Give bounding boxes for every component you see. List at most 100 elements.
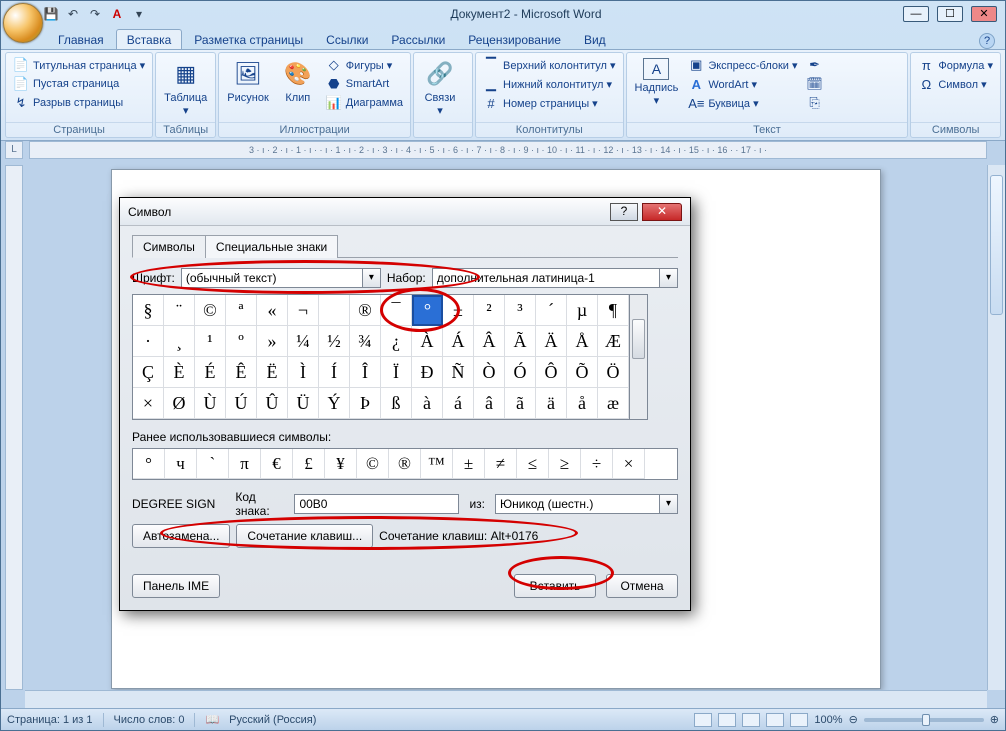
symbol-cell[interactable]: Ñ (443, 357, 474, 388)
symbol-cell[interactable]: § (133, 295, 164, 326)
symbol-cell[interactable]: · (133, 326, 164, 357)
zoom-slider[interactable] (864, 718, 984, 722)
tab-view[interactable]: Вид (573, 29, 617, 49)
symbol-cell[interactable]: Ï (381, 357, 412, 388)
equation-button[interactable]: πФормула ▾ (915, 56, 996, 74)
horizontal-ruler[interactable]: 3 · ı · 2 · ı · 1 · ı · · ı · 1 · ı · 2 … (29, 141, 987, 159)
font-dropdown-icon[interactable]: ▾ (363, 268, 381, 288)
undo-icon[interactable]: ↶ (63, 4, 83, 24)
recent-symbol-cell[interactable]: ≤ (517, 449, 549, 479)
shapes-button[interactable]: ◇Фигуры ▾ (323, 56, 406, 74)
dialog-tab-special[interactable]: Специальные знаки (205, 235, 338, 258)
dialog-tab-symbols[interactable]: Символы (132, 235, 206, 258)
symbol-cell[interactable]: ß (381, 388, 412, 419)
symbol-cell[interactable]: Ö (598, 357, 629, 388)
symbol-cell[interactable]: µ (567, 295, 598, 326)
symbol-cell[interactable]: Ë (257, 357, 288, 388)
tab-layout[interactable]: Разметка страницы (183, 29, 314, 49)
symbol-cell[interactable]: ½ (319, 326, 350, 357)
cover-page-button[interactable]: 📄Титульная страница ▾ (10, 56, 148, 74)
symbol-cell[interactable]: ä (536, 388, 567, 419)
zoom-level[interactable]: 100% (814, 714, 842, 726)
tab-selector[interactable]: L (5, 141, 23, 159)
view-outline[interactable] (766, 713, 784, 727)
recent-symbol-cell[interactable]: © (357, 449, 389, 479)
tab-review[interactable]: Рецензирование (457, 29, 572, 49)
ime-panel-button[interactable]: Панель IME (132, 574, 220, 598)
header-button[interactable]: ▔Верхний колонтитул ▾ (480, 56, 619, 74)
symbol-cell[interactable]: © (195, 295, 226, 326)
symbol-cell[interactable]: Â (474, 326, 505, 357)
recent-symbol-cell[interactable]: ¥ (325, 449, 357, 479)
recent-symbol-cell[interactable]: ° (133, 449, 165, 479)
datetime-button[interactable]: 🗓 (804, 75, 826, 93)
symbol-cell[interactable]: Í (319, 357, 350, 388)
office-button[interactable] (3, 3, 43, 43)
redo-icon[interactable]: ↷ (85, 4, 105, 24)
vertical-ruler[interactable] (5, 165, 23, 690)
tab-insert[interactable]: Вставка (116, 29, 183, 49)
chart-button[interactable]: 📊Диаграмма (323, 94, 406, 112)
view-web[interactable] (742, 713, 760, 727)
save-icon[interactable]: 💾 (41, 4, 61, 24)
symbol-cell[interactable]: ´ (536, 295, 567, 326)
view-print-layout[interactable] (694, 713, 712, 727)
shortcut-key-button[interactable]: Сочетание клавиш... (236, 524, 373, 548)
symbol-cell[interactable]: ­ (319, 295, 350, 326)
textbox-button[interactable]: AНадпись▾ (631, 56, 683, 109)
dialog-close-button[interactable]: ✕ (642, 203, 682, 221)
minimize-button[interactable]: — (903, 6, 929, 22)
symbol-cell[interactable]: ª (226, 295, 257, 326)
symbol-cell[interactable]: Á (443, 326, 474, 357)
vertical-scrollbar[interactable] (987, 165, 1005, 690)
recent-symbol-cell[interactable]: π (229, 449, 261, 479)
status-page[interactable]: Страница: 1 из 1 (7, 714, 93, 726)
recent-symbol-cell[interactable]: ÷ (581, 449, 613, 479)
symbol-cell[interactable]: Õ (567, 357, 598, 388)
symbol-cell[interactable]: Û (257, 388, 288, 419)
symbol-cell[interactable]: Ò (474, 357, 505, 388)
symbol-cell[interactable]: Ð (412, 357, 443, 388)
code-input[interactable] (294, 494, 459, 514)
symbol-cell[interactable]: ¶ (598, 295, 629, 326)
symbol-cell[interactable]: Ü (288, 388, 319, 419)
symbol-cell[interactable]: ² (474, 295, 505, 326)
symbol-cell[interactable]: Ý (319, 388, 350, 419)
symbol-cell[interactable]: ± (443, 295, 474, 326)
symbol-cell[interactable]: Ú (226, 388, 257, 419)
picture-button[interactable]: 🖼Рисунок (223, 56, 273, 106)
symbol-cell[interactable]: » (257, 326, 288, 357)
recent-symbol-cell[interactable]: ® (389, 449, 421, 479)
table-button[interactable]: ▦ Таблица▾ (160, 56, 211, 119)
recent-symbol-cell[interactable]: × (613, 449, 645, 479)
symbol-cell[interactable]: ³ (505, 295, 536, 326)
blank-page-button[interactable]: 📄Пустая страница (10, 75, 148, 93)
symbol-cell[interactable]: Ô (536, 357, 567, 388)
help-icon[interactable]: ? (979, 33, 995, 49)
symbol-cell[interactable]: à (412, 388, 443, 419)
symbol-cell[interactable]: ® (350, 295, 381, 326)
symbol-cell[interactable]: ã (505, 388, 536, 419)
symbol-cell[interactable]: È (164, 357, 195, 388)
symbol-cell[interactable]: Ê (226, 357, 257, 388)
spell-icon[interactable]: 📖 (205, 713, 219, 726)
footer-button[interactable]: ▁Нижний колонтитул ▾ (480, 75, 619, 93)
symbol-cell[interactable]: ¸ (164, 326, 195, 357)
grid-scroll-thumb[interactable] (632, 319, 645, 359)
zoom-out-icon[interactable]: ⊖ (849, 713, 858, 726)
symbol-button[interactable]: ΩСимвол ▾ (915, 75, 996, 93)
symbol-cell[interactable]: â (474, 388, 505, 419)
symbol-cell[interactable]: ¨ (164, 295, 195, 326)
symbol-cell[interactable]: ¾ (350, 326, 381, 357)
scroll-thumb[interactable] (990, 175, 1003, 315)
view-fullscreen[interactable] (718, 713, 736, 727)
symbol-cell[interactable]: « (257, 295, 288, 326)
close-button[interactable]: ✕ (971, 6, 997, 22)
recent-symbol-cell[interactable]: € (261, 449, 293, 479)
symbol-cell[interactable]: æ (598, 388, 629, 419)
recent-symbol-cell[interactable]: ± (453, 449, 485, 479)
quickparts-button[interactable]: ▣Экспресс-блоки ▾ (685, 56, 800, 74)
page-break-button[interactable]: ↯Разрыв страницы (10, 94, 148, 112)
symbol-cell[interactable]: Ì (288, 357, 319, 388)
cancel-button[interactable]: Отмена (606, 574, 678, 598)
